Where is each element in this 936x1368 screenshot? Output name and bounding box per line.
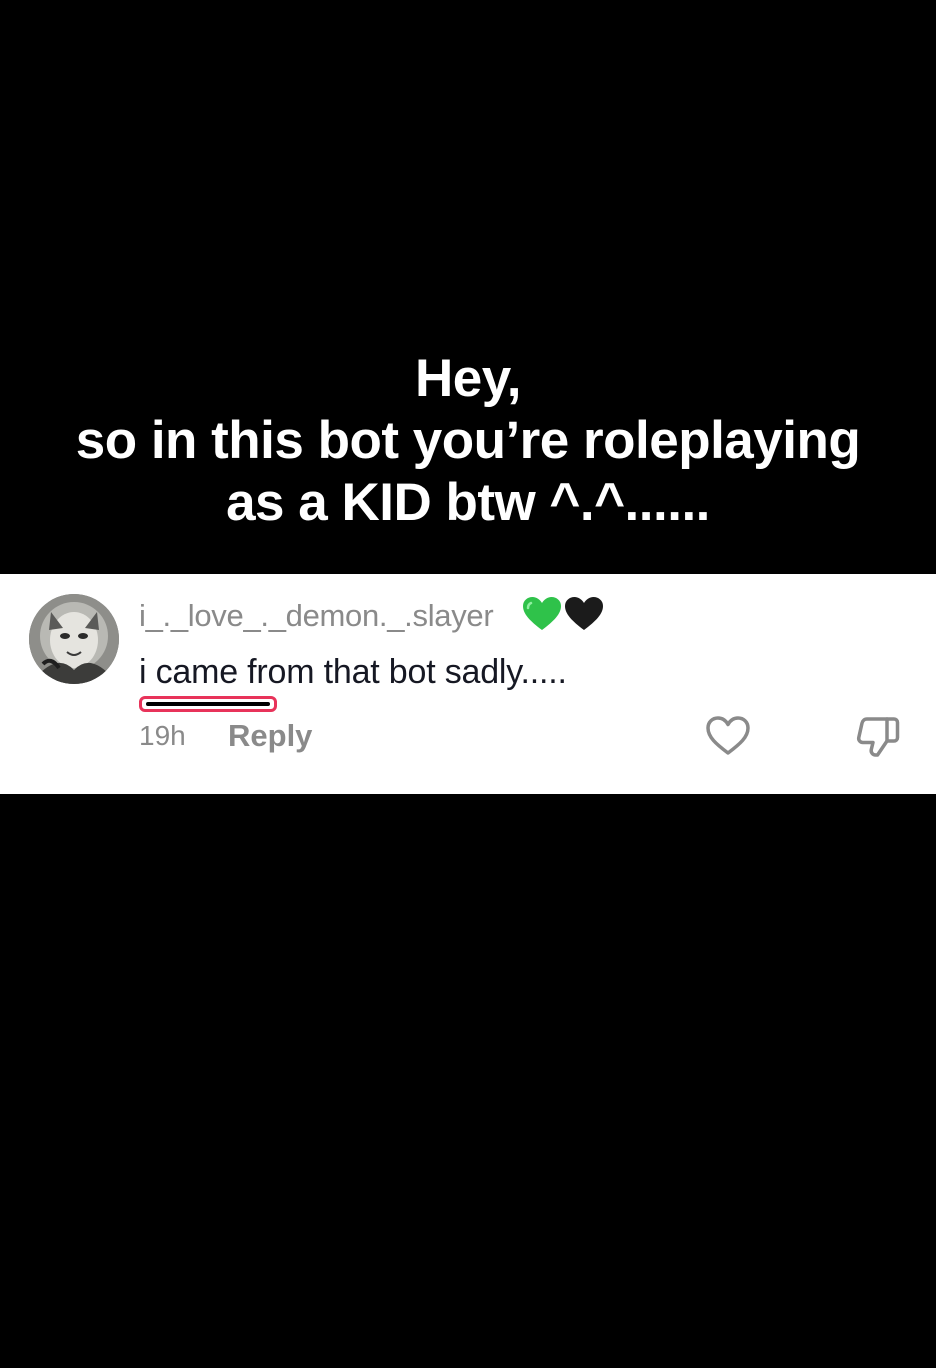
caption-line-3: as a KID btw ^.^......	[226, 473, 710, 532]
comment-username[interactable]: i_._love_._demon._.slayer	[139, 596, 494, 636]
green-heart-icon	[522, 596, 562, 637]
caption-line-2: so in this bot you’re roleplaying	[75, 411, 861, 470]
heart-outline-icon	[704, 716, 752, 763]
comment-card: i_._love_._demon._.slayer i came from th…	[0, 574, 936, 794]
like-button[interactable]	[704, 713, 752, 759]
thumbs-down-icon	[853, 717, 901, 763]
highlight-underline-mark	[139, 696, 277, 712]
black-heart-icon	[564, 596, 604, 637]
comment-text: i came from that bot sadly.....	[139, 653, 567, 691]
dislike-button[interactable]	[853, 713, 901, 759]
avatar[interactable]	[29, 594, 119, 684]
reply-button[interactable]: Reply	[228, 716, 312, 756]
video-caption: Hey, so in this bot you’re roleplaying a…	[0, 348, 936, 534]
username-badges	[522, 596, 604, 636]
caption-line-1: Hey,	[414, 349, 522, 408]
comment-timestamp: 19h	[139, 720, 186, 751]
